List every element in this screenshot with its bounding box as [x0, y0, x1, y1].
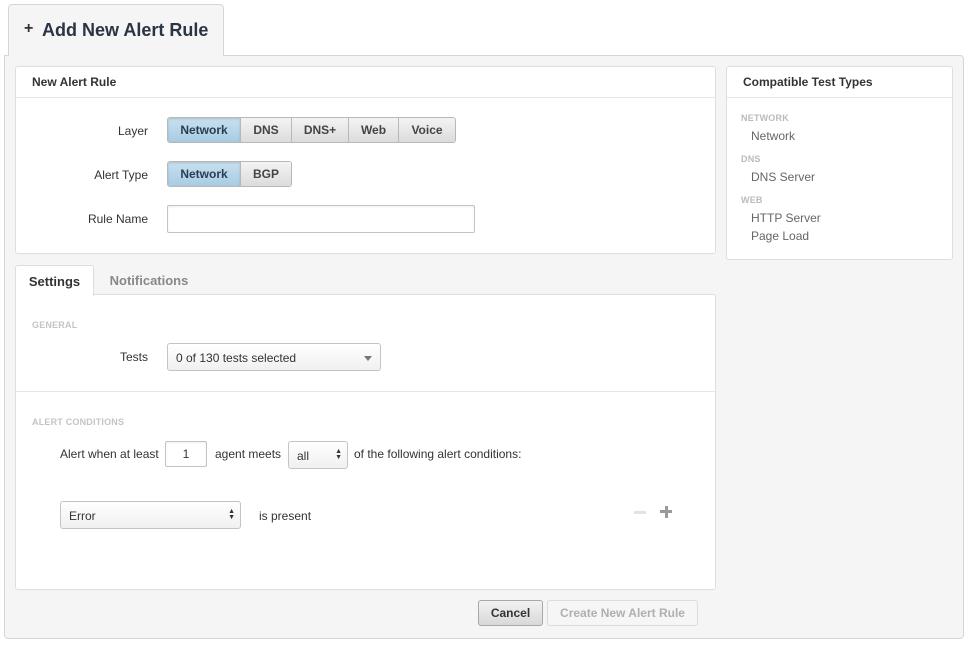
- match-dropdown-value: all: [297, 449, 310, 463]
- cancel-button[interactable]: Cancel: [478, 600, 543, 626]
- tests-label: Tests: [119, 350, 148, 364]
- layer-option-network[interactable]: Network: [168, 118, 241, 142]
- compatible-test-types-panel: Compatible Test Types NETWORK Network DN…: [726, 66, 953, 260]
- category-dns: DNS: [741, 154, 761, 164]
- alert-type-option-network[interactable]: Network: [168, 162, 241, 186]
- rule-name-input[interactable]: [167, 205, 475, 233]
- alert-type-segmented-control: Network BGP: [167, 161, 292, 187]
- layer-label: Layer: [117, 124, 148, 138]
- category-network: NETWORK: [741, 113, 789, 123]
- tab-notifications[interactable]: Notifications: [100, 265, 198, 295]
- layer-option-voice[interactable]: Voice: [399, 118, 455, 142]
- layer-option-dns[interactable]: DNS: [241, 118, 292, 142]
- match-dropdown[interactable]: all ▲ ▼: [288, 441, 348, 469]
- tests-dropdown-value: 0 of 130 tests selected: [176, 351, 297, 365]
- chevron-down-icon: [364, 356, 372, 361]
- is-present-text: is present: [259, 509, 312, 523]
- general-section-title: GENERAL: [32, 320, 78, 330]
- rule-name-label: Rule Name: [87, 212, 148, 226]
- condition-dropdown-value: Error: [69, 509, 96, 523]
- panel-heading: Compatible Test Types: [727, 67, 952, 98]
- test-type-dns-server: DNS Server: [751, 170, 816, 184]
- updown-arrows-icon: ▲ ▼: [228, 508, 235, 521]
- agent-count-input[interactable]: [165, 441, 207, 467]
- plus-icon: +: [24, 20, 34, 37]
- layer-option-dns-plus[interactable]: DNS+: [292, 118, 349, 142]
- agent-meets-text: agent meets: [215, 447, 282, 461]
- page-title: Add New Alert Rule: [42, 20, 209, 40]
- alert-type-label: Alert Type: [94, 168, 148, 182]
- page-tab: + Add New Alert Rule: [8, 4, 224, 56]
- alert-conditions-section-title: ALERT CONDITIONS: [32, 417, 125, 427]
- create-alert-rule-button[interactable]: Create New Alert Rule: [547, 600, 698, 626]
- settings-panel: GENERAL Tests 0 of 130 tests selected AL…: [15, 294, 716, 590]
- layer-segmented-control: Network DNS DNS+ Web Voice: [167, 117, 456, 143]
- alert-type-option-bgp[interactable]: BGP: [241, 162, 291, 186]
- updown-arrows-icon: ▲ ▼: [335, 448, 342, 461]
- panel-heading: New Alert Rule: [16, 67, 715, 98]
- category-web: WEB: [741, 195, 763, 205]
- test-type-network: Network: [751, 129, 796, 143]
- layer-option-web[interactable]: Web: [349, 118, 399, 142]
- minus-icon[interactable]: [634, 504, 646, 520]
- test-type-page-load: Page Load: [751, 229, 810, 243]
- plus-icon[interactable]: [659, 504, 673, 520]
- following-conditions-text: of the following alert conditions:: [354, 447, 522, 461]
- tab-settings[interactable]: Settings: [15, 265, 94, 296]
- section-divider: [16, 391, 715, 392]
- condition-dropdown[interactable]: Error ▲ ▼: [60, 501, 241, 529]
- alert-when-text: Alert when at least: [60, 447, 159, 461]
- new-alert-rule-panel: New Alert Rule Layer Network DNS DNS+ We…: [15, 66, 716, 254]
- test-type-http-server: HTTP Server: [751, 211, 821, 225]
- tests-dropdown[interactable]: 0 of 130 tests selected: [167, 343, 381, 371]
